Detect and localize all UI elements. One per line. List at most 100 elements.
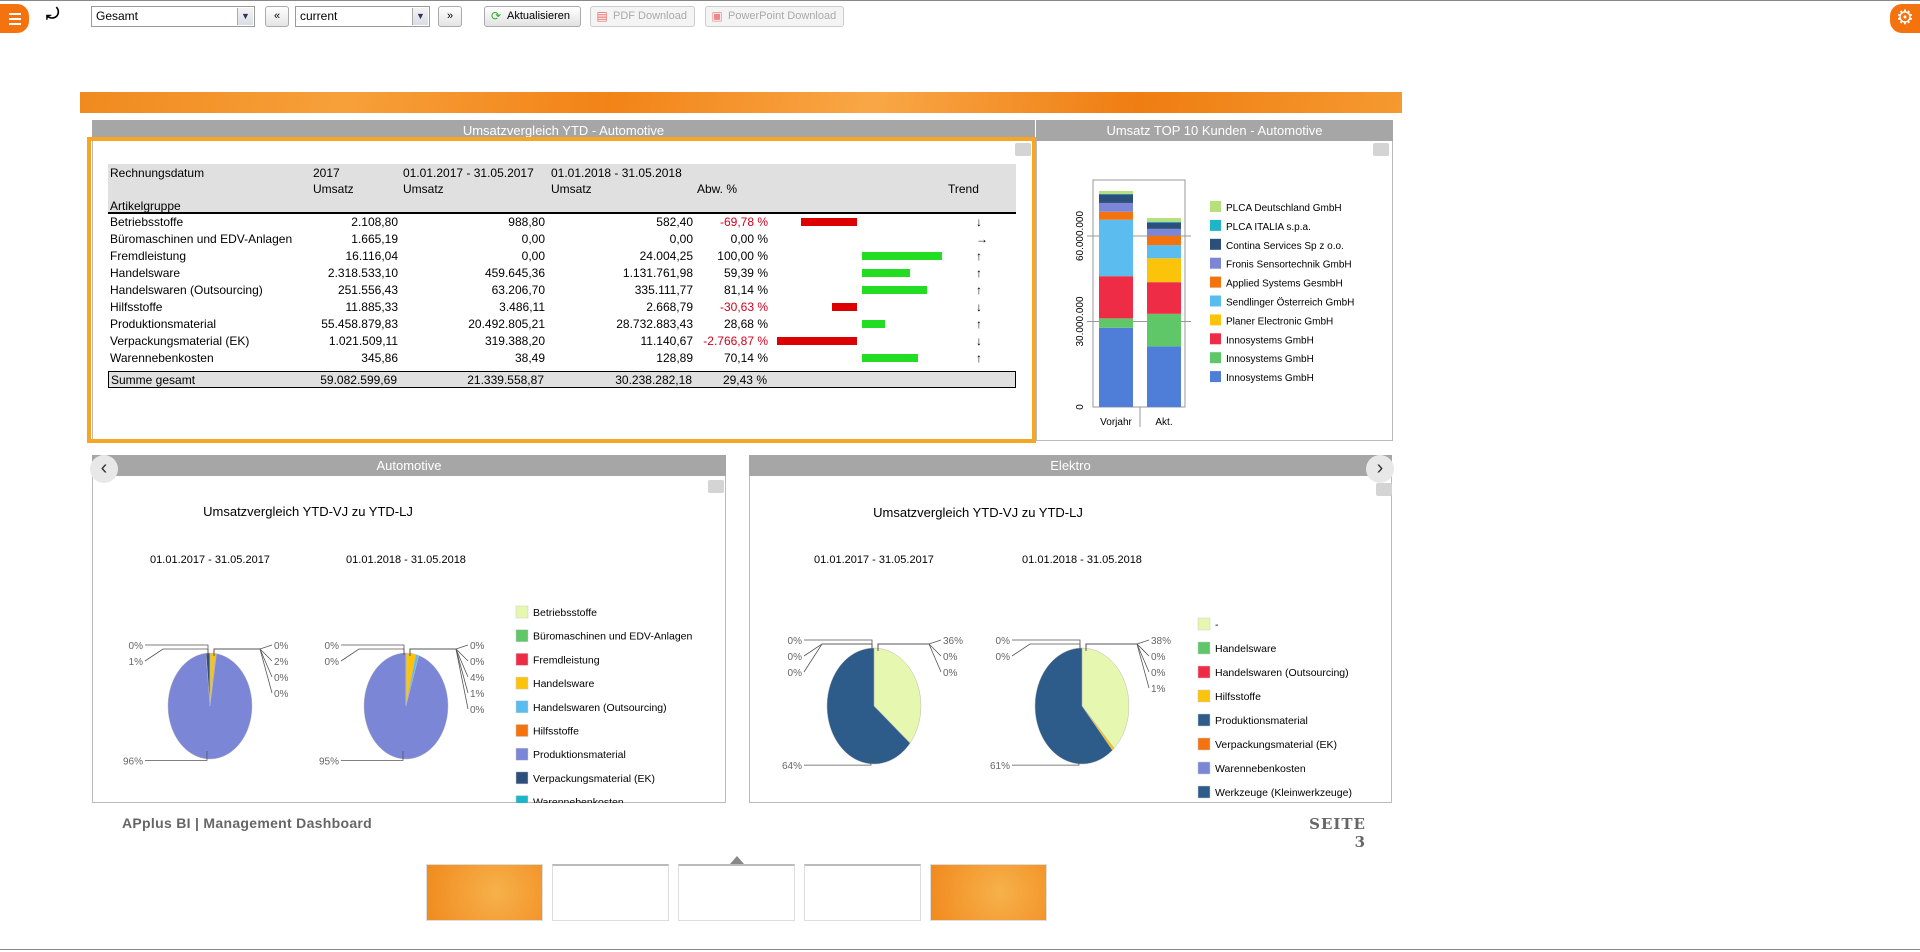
bar-segment[interactable]	[1099, 202, 1133, 212]
pie-percent-label: 2%	[274, 657, 289, 668]
page-thumbnail[interactable]	[678, 864, 795, 921]
automotive-pie-charts: 01.01.2017 - 31.05.2017 0% 1% 96% 0% 2% 0% 0% 01…	[123, 554, 693, 803]
legend-swatch	[1210, 257, 1221, 269]
cell-c3: 30.238.282,18	[615, 373, 692, 387]
bar-segment[interactable]	[1099, 318, 1133, 328]
cell-name: Summe gesamt	[111, 373, 196, 387]
pie-percent-label: 4%	[470, 673, 485, 684]
legend-label[interactable]: Fronis Sensortechnik GmbH	[1226, 260, 1352, 271]
legend-label[interactable]: Fremdleistung	[533, 654, 600, 666]
header-col1-period: 2017	[313, 166, 340, 180]
legend-swatch	[515, 771, 529, 785]
cell-c1: 345,86	[361, 351, 398, 365]
pdf-download-button[interactable]: ▤ PDF Download	[590, 6, 695, 27]
y-tick-label: 60.000.000	[1075, 211, 1086, 261]
pie-percent-label: 1%	[129, 657, 144, 668]
bar-segment[interactable]	[1147, 222, 1181, 229]
legend-label[interactable]: Sendlinger Österreich GmbH	[1226, 297, 1354, 309]
header-umsatz: Umsatz	[313, 182, 354, 196]
page-thumbnail[interactable]	[426, 864, 543, 921]
legend-label[interactable]: Innosystems GmbH	[1226, 373, 1314, 384]
bar-segment[interactable]	[1147, 313, 1181, 347]
legend-label[interactable]: Planer Electronic GmbH	[1226, 316, 1333, 327]
bar-segment[interactable]	[1099, 276, 1133, 319]
page-thumbnail[interactable]	[930, 864, 1047, 921]
legend-swatch	[515, 795, 529, 803]
deviation-bar	[832, 303, 857, 311]
legend-label[interactable]: Applied Systems GesmbH	[1226, 279, 1343, 290]
deviation-bar	[862, 269, 910, 277]
page-thumbnail[interactable]	[804, 864, 921, 921]
menu-button[interactable]	[0, 4, 29, 33]
bar-segment[interactable]	[1099, 190, 1133, 194]
bar-segment[interactable]	[1147, 218, 1181, 222]
bar-segment[interactable]	[1099, 219, 1133, 277]
table-row: Betriebsstoffe 2.108,80 988,80 582,40 -69,78…	[108, 214, 1016, 231]
trend-arrow-icon: ↑	[976, 351, 982, 365]
legend-label[interactable]: PLCA Deutschland GmbH	[1226, 203, 1342, 214]
legend-label[interactable]: Hilfsstoffe	[533, 726, 579, 738]
pie-percent-label: 0%	[129, 641, 144, 652]
pie-percent-label: 61%	[990, 761, 1010, 772]
bar-segment[interactable]	[1147, 228, 1181, 236]
trend-arrow-icon: ↑	[976, 317, 982, 331]
powerpoint-download-button[interactable]: ▣ PowerPoint Download	[705, 6, 844, 27]
bar-segment[interactable]	[1147, 282, 1181, 314]
cell-abw: 100,00 %	[717, 249, 768, 263]
header-umsatz: Umsatz	[551, 182, 592, 196]
legend-label[interactable]: Innosystems GmbH	[1226, 335, 1314, 346]
pie-percent-label: 0%	[1151, 652, 1166, 663]
legend-label[interactable]: Verpackungsmaterial (EK)	[533, 773, 655, 785]
bar-segment[interactable]	[1099, 194, 1133, 203]
top-border	[0, 0, 1920, 1]
pie-percent-label: 95%	[319, 756, 339, 767]
deviation-bar	[862, 354, 919, 362]
cell-c2: 3.486,11	[499, 300, 545, 314]
legend-label[interactable]: Warennebenkosten	[1215, 763, 1306, 775]
legend-label[interactable]: Produktionsmaterial	[1215, 715, 1308, 727]
pie-date-title: 01.01.2017 - 31.05.2017	[150, 554, 270, 566]
scope-select[interactable]: Gesamt ▼	[91, 6, 255, 27]
legend-label[interactable]: Handelsware	[533, 678, 594, 690]
period-select[interactable]: current ▼	[295, 6, 430, 27]
comment-icon[interactable]	[1015, 143, 1031, 156]
leader-line	[804, 639, 873, 650]
next-period-button[interactable]: »	[438, 6, 462, 27]
header-umsatz: Umsatz	[403, 182, 444, 196]
bar-segment[interactable]	[1147, 221, 1181, 223]
return-arrow-icon[interactable]: ⤾	[46, 6, 59, 24]
legend-swatch	[1197, 641, 1211, 655]
legend-label[interactable]: Handelswaren (Outsourcing)	[533, 702, 667, 714]
legend-label[interactable]: Innosystems GmbH	[1226, 354, 1314, 365]
legend-label[interactable]: PLCA ITALIA s.p.a.	[1226, 222, 1311, 233]
bar-segment[interactable]	[1099, 193, 1133, 195]
scope-select-value: Gesamt	[96, 9, 139, 23]
legend-label[interactable]: Warennebenkosten	[533, 797, 624, 803]
table-header: Rechnungsdatum Artikelgruppe 2017 01.01.…	[108, 164, 1016, 214]
cell-c1: 11.885,33	[345, 300, 399, 314]
bar-segment[interactable]	[1147, 346, 1181, 407]
trend-arrow-icon: ↑	[976, 283, 982, 297]
legend-label[interactable]: Hilfsstoffe	[1215, 691, 1261, 703]
legend-label[interactable]: Verpackungsmaterial (EK)	[1215, 739, 1337, 751]
page-number: SEITE 3	[1309, 815, 1366, 851]
legend-label[interactable]: Büromaschinen und EDV-Anlagen	[533, 631, 693, 643]
bar-segment[interactable]	[1099, 327, 1133, 407]
bar-segment[interactable]	[1147, 245, 1181, 259]
legend-label[interactable]: Produktionsmaterial	[533, 749, 626, 761]
page-thumbnail[interactable]	[552, 864, 669, 921]
legend-label[interactable]: Handelswaren (Outsourcing)	[1215, 667, 1349, 679]
previous-period-button[interactable]: «	[265, 6, 289, 27]
legend-label[interactable]: -	[1215, 619, 1219, 631]
cell-abw: -2.766,87 %	[703, 334, 768, 348]
legend-label[interactable]: Betriebsstoffe	[533, 607, 597, 619]
legend-label[interactable]: Contina Services Sp z o.o.	[1226, 241, 1344, 252]
bar-segment[interactable]	[1147, 235, 1181, 246]
bar-segment[interactable]	[1147, 258, 1181, 283]
legend-label[interactable]: Handelsware	[1215, 643, 1276, 655]
legend-label[interactable]: Werkzeuge (Kleinwerkzeuge)	[1215, 787, 1352, 799]
settings-button[interactable]: ⚙	[1890, 4, 1920, 33]
table-row: Hilfsstoffe 11.885,33 3.486,11 2.668,79 -30,…	[108, 299, 1016, 316]
bar-segment[interactable]	[1099, 211, 1133, 220]
refresh-button[interactable]: ⟳ Aktualisieren	[484, 6, 581, 27]
